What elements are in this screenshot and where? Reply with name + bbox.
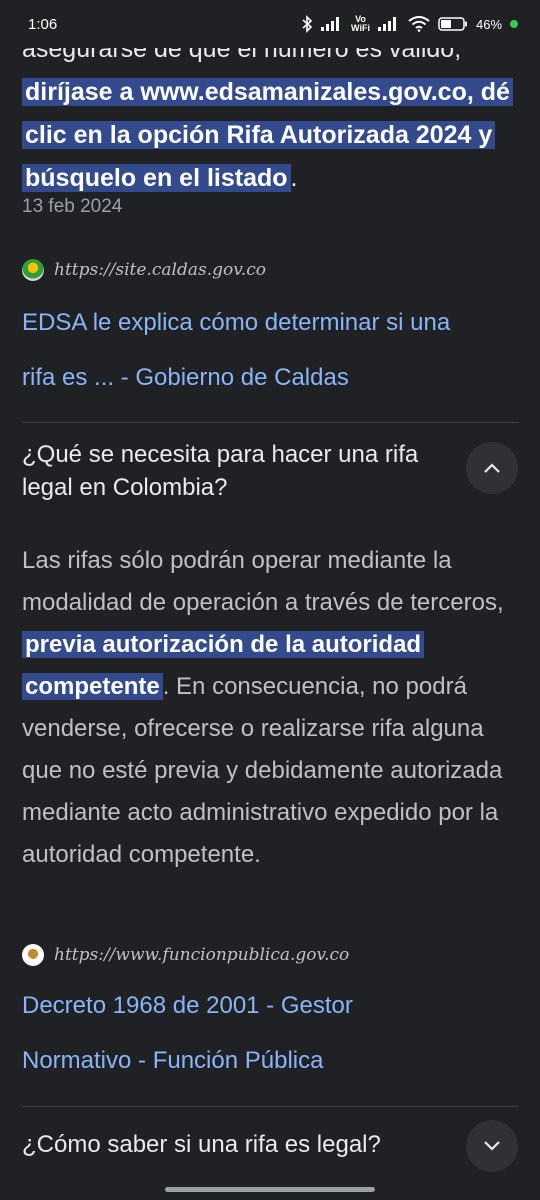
- signal-icon: [321, 17, 340, 31]
- result-source-caldas[interactable]: https://site.caldas.gov.co: [22, 259, 266, 281]
- snippet-highlight: diríjase a www.edsamanizales.gov.co, dé …: [22, 78, 513, 192]
- battery-icon: [438, 17, 467, 31]
- answer-text: Las rifas sólo podrán operar mediante la…: [22, 540, 518, 876]
- collapse-button[interactable]: [466, 442, 518, 494]
- featured-snippet-text: asegurarse de que el número es válido, d…: [22, 28, 516, 200]
- snippet-date: 13 feb 2024: [22, 196, 123, 217]
- bluetooth-icon: [302, 15, 313, 33]
- question-rifa-legal-requirements[interactable]: ¿Qué se necesita para hacer una rifa leg…: [22, 438, 442, 504]
- result-title-line-2: Normativo - Función Pública: [22, 1047, 324, 1074]
- battery-percent: 46%: [475, 16, 502, 32]
- answer-plain-start: Las rifas sólo podrán operar mediante la…: [22, 547, 504, 616]
- gesture-navigation-bar[interactable]: [165, 1187, 375, 1192]
- answer-plain-end: . En consecuencia, no podrá venderse, of…: [22, 673, 503, 868]
- status-bar: 1:06 Vo WiFi 46%: [0, 0, 540, 48]
- result-source-funcionpublica[interactable]: https://www.funcionpublica.gov.co: [22, 944, 349, 966]
- result-url: https://site.caldas.gov.co: [54, 260, 266, 280]
- caldas-favicon-icon: [22, 259, 44, 281]
- result-title-line-1: Decreto 1968 de 2001 - Gestor: [22, 992, 353, 1019]
- vowifi-indicator: Vo WiFi: [351, 14, 370, 33]
- signal-icon-2: [377, 17, 396, 31]
- expand-button[interactable]: [466, 1120, 518, 1172]
- snippet-plain-end: .: [290, 164, 298, 192]
- divider: [22, 1106, 518, 1107]
- divider: [22, 422, 518, 423]
- result-url: https://www.funcionpublica.gov.co: [54, 945, 350, 965]
- status-time: 1:06: [28, 15, 58, 33]
- privacy-indicator-dot: [510, 20, 518, 28]
- question-how-to-know-legal[interactable]: ¿Cómo saber si una rifa es legal?: [22, 1128, 442, 1161]
- wifi-icon: [408, 16, 430, 32]
- chevron-up-icon: [484, 463, 500, 473]
- result-title-line-1: EDSA le explica cómo determinar si una: [22, 309, 451, 336]
- chevron-down-icon: [484, 1141, 500, 1151]
- status-icons: Vo WiFi 46%: [301, 15, 518, 33]
- colombia-seal-favicon-icon: [22, 944, 44, 966]
- result-link-funcionpublica[interactable]: Decreto 1968 de 2001 - Gestor Normativo …: [22, 978, 516, 1088]
- result-title-line-2: rifa es ... - Gobierno de Caldas: [22, 364, 349, 391]
- result-link-caldas[interactable]: EDSA le explica cómo determinar si una r…: [22, 295, 516, 405]
